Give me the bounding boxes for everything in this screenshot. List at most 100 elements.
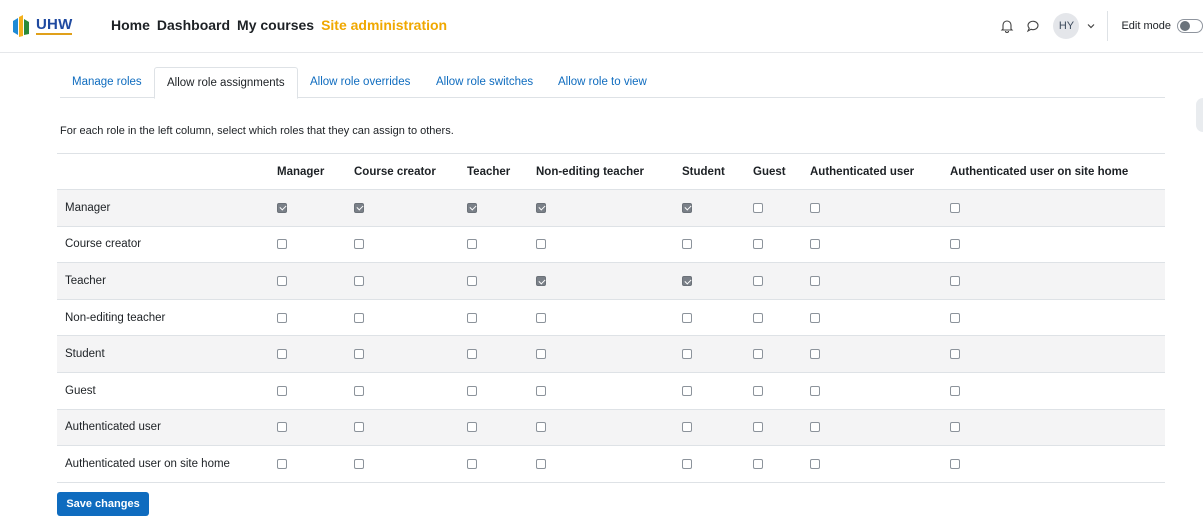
assign-checkbox[interactable] <box>277 239 287 250</box>
column-header: Teacher <box>467 153 536 190</box>
assign-checkbox[interactable] <box>354 349 364 360</box>
checkbox-cell <box>753 445 810 483</box>
tab-allow-role-overrides[interactable]: Allow role overrides <box>298 67 422 98</box>
assign-checkbox[interactable] <box>354 239 364 250</box>
assign-checkbox[interactable] <box>536 385 546 396</box>
assign-checkbox[interactable] <box>810 385 820 396</box>
tab-allow-role-switches[interactable]: Allow role switches <box>424 67 545 98</box>
assign-checkbox[interactable] <box>277 312 287 323</box>
assign-checkbox[interactable] <box>536 202 546 213</box>
assign-checkbox[interactable] <box>467 239 477 250</box>
edit-mode-toggle[interactable] <box>1177 19 1203 33</box>
nav-item-dashboard[interactable]: Dashboard <box>157 17 230 33</box>
assign-checkbox[interactable] <box>810 422 820 433</box>
assign-checkbox[interactable] <box>810 349 820 360</box>
assign-checkbox[interactable] <box>354 202 364 213</box>
chat-bubble-icon[interactable] <box>1023 16 1043 36</box>
checkbox-cell <box>753 372 810 410</box>
assign-checkbox[interactable] <box>277 202 287 213</box>
assign-checkbox[interactable] <box>810 459 820 470</box>
assign-checkbox[interactable] <box>354 312 364 323</box>
assign-checkbox[interactable] <box>467 276 477 287</box>
table-row: Guest <box>57 372 1165 410</box>
assign-checkbox[interactable] <box>753 276 763 287</box>
assign-checkbox[interactable] <box>682 202 692 213</box>
assign-checkbox[interactable] <box>950 312 960 323</box>
assign-checkbox[interactable] <box>682 422 692 433</box>
assign-checkbox[interactable] <box>682 349 692 360</box>
assign-checkbox[interactable] <box>682 239 692 250</box>
assign-checkbox[interactable] <box>753 422 763 433</box>
checkbox-cell <box>277 299 354 337</box>
assign-checkbox[interactable] <box>753 459 763 470</box>
assign-checkbox[interactable] <box>950 202 960 213</box>
tab-manage-roles[interactable]: Manage roles <box>60 67 154 98</box>
assign-checkbox[interactable] <box>950 422 960 433</box>
column-header: Authenticated user <box>810 153 950 190</box>
nav-item-my-courses[interactable]: My courses <box>237 17 314 33</box>
drawer-toggle-handle[interactable] <box>1196 98 1203 132</box>
assign-checkbox[interactable] <box>354 276 364 287</box>
column-header: Guest <box>753 153 810 190</box>
assign-checkbox[interactable] <box>467 202 477 213</box>
assign-checkbox[interactable] <box>277 276 287 287</box>
nav-item-home[interactable]: Home <box>111 17 150 33</box>
assign-checkbox[interactable] <box>950 349 960 360</box>
assign-checkbox[interactable] <box>753 202 763 213</box>
assign-checkbox[interactable] <box>536 459 546 470</box>
assign-checkbox[interactable] <box>354 422 364 433</box>
assign-checkbox[interactable] <box>467 312 477 323</box>
nav-item-site-administration[interactable]: Site administration <box>321 17 447 33</box>
assign-checkbox[interactable] <box>682 312 692 323</box>
assign-checkbox[interactable] <box>277 385 287 396</box>
assign-checkbox[interactable] <box>753 385 763 396</box>
assign-checkbox[interactable] <box>810 239 820 250</box>
logo-icon <box>12 15 32 37</box>
tab-allow-role-to-view[interactable]: Allow role to view <box>546 67 659 98</box>
role-name-cell: Course creator <box>57 226 277 264</box>
assign-checkbox[interactable] <box>277 459 287 470</box>
assign-checkbox[interactable] <box>467 385 477 396</box>
site-logo[interactable]: UHW <box>12 15 73 37</box>
assign-checkbox[interactable] <box>753 312 763 323</box>
assign-checkbox[interactable] <box>536 276 546 287</box>
assign-checkbox[interactable] <box>810 202 820 213</box>
checkbox-cell <box>682 262 753 300</box>
assign-checkbox[interactable] <box>354 459 364 470</box>
assign-checkbox[interactable] <box>536 422 546 433</box>
assign-checkbox[interactable] <box>354 385 364 396</box>
assign-checkbox[interactable] <box>950 385 960 396</box>
bell-icon[interactable] <box>997 16 1017 36</box>
assign-checkbox[interactable] <box>810 312 820 323</box>
assign-checkbox[interactable] <box>536 349 546 360</box>
checkbox-cell <box>354 299 467 337</box>
assign-checkbox[interactable] <box>467 349 477 360</box>
chevron-down-icon[interactable] <box>1081 16 1101 36</box>
assign-checkbox[interactable] <box>682 276 692 287</box>
assign-checkbox[interactable] <box>950 459 960 470</box>
assign-checkbox[interactable] <box>467 422 477 433</box>
logo-text: UHW <box>36 15 73 35</box>
table-body: Manager Course creator Teacher Non-editing … <box>57 189 1165 483</box>
column-header: Manager <box>277 153 354 190</box>
checkbox-cell <box>467 226 536 264</box>
assign-checkbox[interactable] <box>950 239 960 250</box>
assign-checkbox[interactable] <box>950 276 960 287</box>
assign-checkbox[interactable] <box>753 349 763 360</box>
assign-checkbox[interactable] <box>753 239 763 250</box>
assign-checkbox[interactable] <box>682 459 692 470</box>
assign-checkbox[interactable] <box>536 239 546 250</box>
assign-checkbox[interactable] <box>277 349 287 360</box>
assign-checkbox[interactable] <box>536 312 546 323</box>
save-changes-button[interactable]: Save changes <box>57 492 149 516</box>
assign-checkbox[interactable] <box>810 276 820 287</box>
checkbox-cell <box>354 262 467 300</box>
assign-checkbox[interactable] <box>277 422 287 433</box>
avatar[interactable]: HY <box>1053 13 1080 39</box>
checkbox-cell <box>277 262 354 300</box>
checkbox-cell <box>536 299 682 337</box>
assign-checkbox[interactable] <box>467 459 477 470</box>
tab-allow-role-assignments[interactable]: Allow role assignments <box>154 67 298 99</box>
assign-checkbox[interactable] <box>682 385 692 396</box>
checkbox-cell <box>467 262 536 300</box>
